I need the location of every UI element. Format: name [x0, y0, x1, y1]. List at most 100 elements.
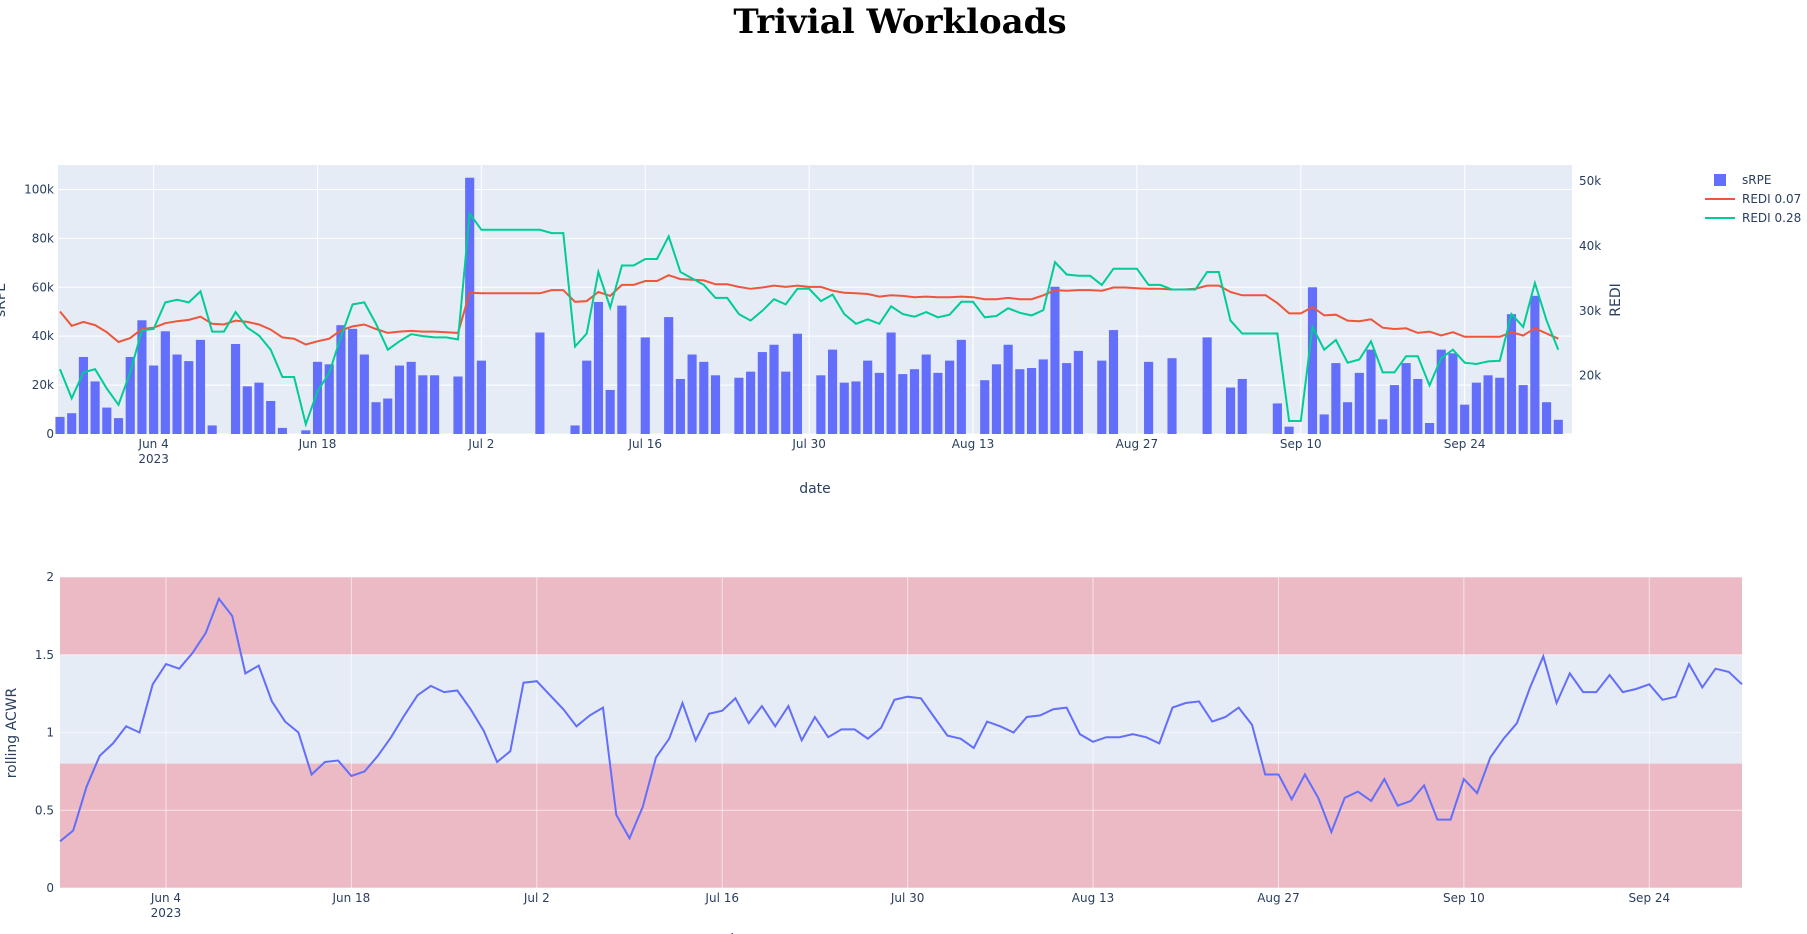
srpe-bar — [582, 360, 592, 434]
srpe-bar — [406, 361, 416, 434]
srpe-bar — [1225, 387, 1236, 434]
srpe-bar — [605, 389, 615, 434]
srpe-bar — [1553, 419, 1563, 434]
srpe-bar — [991, 364, 1001, 434]
srpe-bar — [55, 416, 65, 434]
bottom-y-axis-title: rolling ACWR — [4, 687, 20, 778]
bottom-x-tick-label: Aug 13 — [1072, 891, 1115, 905]
srpe-bar — [640, 337, 650, 434]
srpe-bar — [664, 317, 674, 434]
legend-label: sRPE — [1742, 173, 1771, 187]
srpe-bar — [1073, 350, 1083, 434]
srpe-bar — [827, 349, 838, 434]
bottom-chart: 0 0.5 1 1.5 2 Jun 4 Jun 18 Jul 2 Jul 16 Jul 30 Aug… — [4, 570, 1743, 934]
srpe-bar — [125, 356, 135, 434]
srpe-bar — [160, 331, 170, 434]
srpe-bar — [816, 375, 826, 434]
srpe-bar — [195, 339, 206, 434]
srpe-bar — [746, 371, 756, 434]
srpe-bar — [1495, 377, 1505, 434]
srpe-bar — [769, 344, 779, 434]
bottom-x-tick-label: Jun 4 — [150, 891, 181, 905]
srpe-bar — [909, 369, 920, 434]
srpe-bar — [956, 339, 966, 434]
srpe-bar — [1343, 402, 1353, 434]
top-x-tick-label: Sep 10 — [1280, 437, 1322, 451]
top-y-tick-label: 100k — [24, 182, 54, 196]
srpe-bar — [886, 332, 896, 434]
srpe-bar — [933, 372, 943, 434]
top-y-tick-label: 0 — [46, 427, 54, 441]
srpe-bar — [980, 380, 990, 434]
acwr-risk-band — [60, 577, 1742, 655]
acwr-risk-band — [60, 763, 1742, 888]
srpe-bar — [67, 413, 77, 434]
srpe-bar — [1237, 378, 1247, 434]
srpe-bar — [383, 398, 393, 434]
bottom-x-tick-label: Sep 10 — [1443, 891, 1485, 905]
srpe-bar — [277, 427, 287, 434]
srpe-bar — [1319, 414, 1329, 434]
srpe-bar — [1413, 378, 1423, 434]
top-y-tick-label: 60k — [32, 280, 54, 294]
srpe-bar — [1471, 382, 1481, 434]
legend-label: REDI 0.28 — [1742, 211, 1801, 225]
srpe-bar — [781, 371, 791, 434]
srpe-bar — [394, 365, 405, 434]
srpe-bar — [102, 407, 112, 434]
srpe-bar — [851, 381, 861, 434]
srpe-bar — [371, 402, 381, 434]
bottom-y-tick-label: 2 — [46, 570, 54, 584]
srpe-bar — [1202, 337, 1212, 434]
top-y-tick-label: 40k — [32, 329, 54, 343]
top-y-tick-label: 80k — [32, 231, 54, 245]
srpe-bar — [242, 386, 252, 434]
srpe-bar — [1050, 286, 1060, 434]
srpe-bar — [535, 332, 545, 434]
srpe-bar — [1436, 349, 1446, 434]
srpe-bar — [1389, 385, 1399, 434]
srpe-bar — [301, 430, 311, 434]
top-y2-tick-label: 40k — [1579, 239, 1601, 253]
srpe-bar — [231, 344, 241, 434]
legend-srpe-swatch — [1714, 174, 1726, 186]
srpe-bar — [266, 400, 276, 434]
srpe-bar — [1542, 402, 1552, 434]
top-x-tick-label: Jul 16 — [627, 437, 662, 451]
srpe-bar — [898, 374, 908, 434]
srpe-bar — [336, 325, 346, 434]
top-x-tick-label: Aug 27 — [1116, 437, 1159, 451]
srpe-bar — [1460, 404, 1470, 434]
bottom-y-tick-label: 0.5 — [35, 803, 54, 817]
srpe-bar — [945, 360, 955, 434]
srpe-bar — [1448, 353, 1458, 434]
top-y2-tick-label: 30k — [1579, 304, 1601, 318]
bottom-x-year-label: 2023 — [151, 906, 182, 920]
srpe-bar — [757, 352, 767, 434]
srpe-bar — [617, 305, 627, 434]
srpe-bar — [430, 375, 440, 434]
top-x-tick-label: Jun 18 — [298, 437, 337, 451]
srpe-bar — [570, 425, 580, 434]
legend: sRPE REDI 0.07 REDI 0.28 — [1705, 173, 1801, 225]
srpe-bar — [593, 301, 604, 434]
srpe-bar — [710, 375, 721, 434]
chart-canvas: 0 20k 40k 60k 80k 100k Jun 4 Jun 18 Jul 2 Jul 16 J… — [0, 165, 1801, 934]
srpe-bar — [1097, 360, 1107, 434]
srpe-bar — [1518, 385, 1528, 434]
srpe-bar — [1062, 363, 1072, 434]
srpe-bar — [1354, 372, 1364, 434]
top-x-year-label: 2023 — [138, 452, 169, 466]
srpe-bar — [874, 372, 884, 434]
srpe-bar — [687, 354, 697, 434]
bottom-x-tick-label: Jun 18 — [331, 891, 370, 905]
bottom-x-tick-label: Aug 27 — [1257, 891, 1300, 905]
srpe-bar — [1530, 295, 1540, 434]
top-y-axis-title: sRPE — [0, 283, 9, 317]
top-x-axis-title: date — [799, 481, 831, 497]
top-x-tick-label: Jun 4 — [138, 437, 169, 451]
srpe-bar — [172, 354, 182, 434]
bottom-x-tick-label: Jul 30 — [890, 891, 925, 905]
srpe-bar — [453, 376, 463, 434]
srpe-bar — [921, 354, 931, 434]
